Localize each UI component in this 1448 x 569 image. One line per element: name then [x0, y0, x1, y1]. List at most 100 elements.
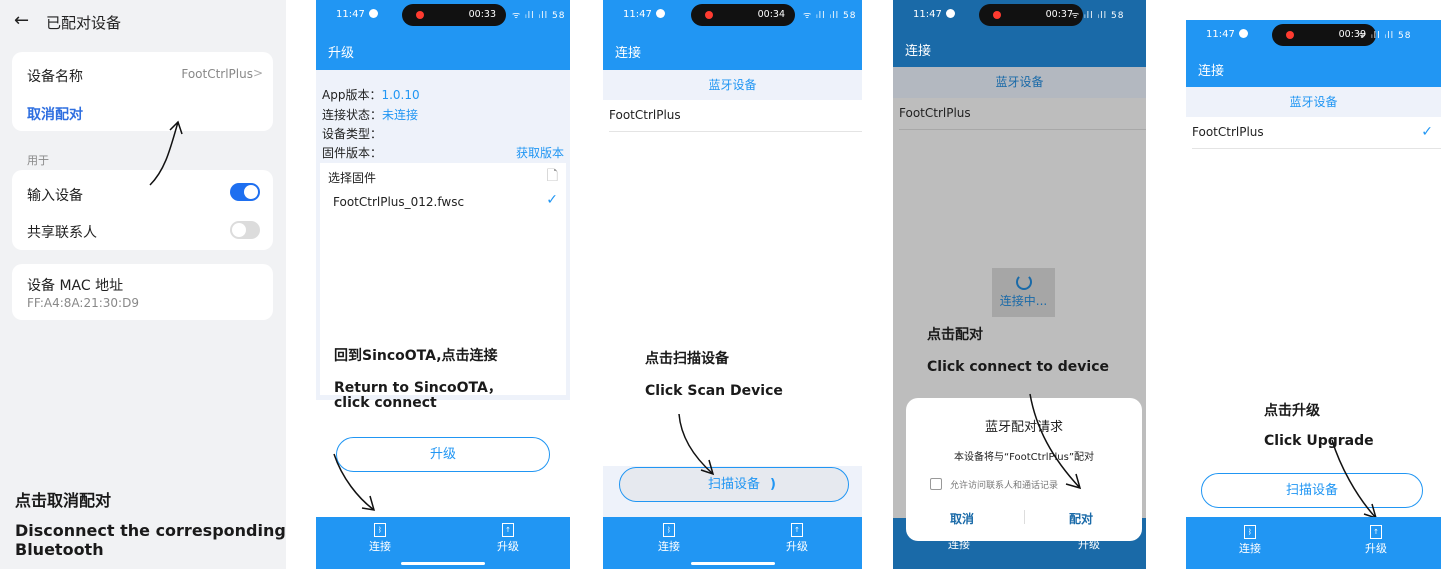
status-time: 11:47: [913, 9, 955, 20]
status-time: 11:47: [1206, 29, 1248, 40]
tab-upgrade[interactable]: ↑ 升级: [1356, 525, 1396, 556]
home-indicator: [401, 562, 485, 565]
status-bar: 11:47 00:34 ᯤ ᵢll ᵢll 58: [603, 0, 862, 30]
app-bar-title: 连接: [905, 44, 932, 59]
home-indicator: [691, 562, 775, 565]
caption-en: Click Scan Device: [645, 383, 783, 399]
status-bar: 11:47 00:33 ᯤ ᵢll ᵢll 58: [316, 0, 570, 30]
input-device-label: 输入设备: [27, 188, 83, 204]
input-device-toggle[interactable]: [230, 183, 260, 201]
tab-upgrade[interactable]: ↑ 升级: [488, 523, 528, 554]
device-name: FootCtrlPlus: [1192, 125, 1264, 139]
app-bar-title: 连接: [1198, 64, 1225, 79]
info-row-firmware-version: 固件版本：: [322, 146, 383, 160]
panel-pairing: 11:47 00:37 ᯤ ᵢll ᵢll 58 连接 蓝牙设备 FootCtr…: [893, 0, 1146, 569]
info-row-device-type: 设备类型：: [322, 127, 383, 141]
panel-connected: 11:47 00:39 ᯤ ᵢll ᵢll 58 连接 蓝牙设备 FootCtr…: [1186, 0, 1441, 569]
upgrade-icon: ↑: [1370, 525, 1382, 539]
arrow-annotation: [333, 453, 376, 511]
unpair-button[interactable]: 取消配对: [27, 104, 83, 124]
caption-cn: 回到SincoOTA,点击连接: [334, 348, 498, 364]
section-header: 蓝牙设备: [603, 70, 862, 100]
arrow-annotation: [149, 120, 183, 186]
bluetooth-icon: ᛒ: [374, 523, 386, 537]
signal-icons: ᯤ ᵢll ᵢll 58: [803, 11, 857, 21]
bottom-tab-bar: ᛒ 连接 ↑ 升级: [603, 517, 862, 569]
caption-en-line2: Bluetooth: [15, 540, 104, 559]
panel-scan: 11:47 00:34 ᯤ ᵢll ᵢll 58 连接 蓝牙设备 FootCtr…: [603, 0, 862, 569]
status-bar: 11:47 00:39 ᯤ ᵢll ᵢll 58: [1186, 20, 1441, 50]
device-name-value[interactable]: FootCtrlPlus: [181, 67, 253, 81]
share-contacts-toggle[interactable]: [230, 221, 260, 239]
chevron-right-icon: >: [252, 66, 263, 80]
share-contacts-label: 共享联系人: [27, 225, 97, 241]
screen-record-pill: 00:33: [402, 4, 506, 26]
device-name-label: 设备名称: [27, 69, 83, 85]
caption-en-line2: click connect: [334, 395, 437, 411]
mac-card: 设备 MAC 地址 FF:A4:8A:21:30:D9: [12, 264, 273, 320]
app-bar-title: 连接: [615, 46, 642, 61]
screen-record-pill: 00:37: [979, 4, 1083, 26]
status-time: 11:47: [623, 9, 665, 20]
tab-connect[interactable]: ᛒ 连接: [1230, 525, 1270, 556]
screen-record-pill: 00:34: [691, 4, 795, 26]
caption-cn: 点击配对: [927, 327, 983, 343]
status-time: 11:47: [336, 9, 378, 20]
mac-label: 设备 MAC 地址: [27, 278, 124, 294]
upgrade-icon: ↑: [791, 523, 803, 537]
dialog-pair-button[interactable]: 配对: [1069, 510, 1093, 527]
bluetooth-icon: ᛒ: [663, 523, 675, 537]
select-firmware-label[interactable]: 选择固件: [328, 169, 376, 186]
signal-icons: ᯤ ᵢll ᵢll 58: [512, 11, 566, 21]
panel-upgrade: 11:47 00:33 ᯤ ᵢll ᵢll 58 升级 App版本：1.0.10…: [316, 0, 570, 569]
panel-settings: ← 已配对设备 设备名称 FootCtrlPlus > 取消配对 用于 输入设备…: [0, 0, 286, 569]
bottom-tab-bar: ᛒ 连接 ↑ 升级: [1186, 517, 1441, 569]
section-header: 蓝牙设备: [893, 67, 1146, 98]
get-version-link[interactable]: 获取版本: [516, 144, 564, 161]
page-title: 已配对设备: [46, 14, 122, 32]
dialog-cancel-button[interactable]: 取消: [950, 510, 974, 527]
info-row-conn-status: 连接状态：未连接: [322, 108, 419, 122]
conn-status-value: 未连接: [382, 108, 419, 122]
used-for-label: 用于: [27, 154, 49, 167]
arrow-annotation: [1331, 439, 1378, 520]
arrow-annotation: [678, 413, 715, 476]
mac-value: FF:A4:8A:21:30:D9: [27, 296, 139, 310]
tab-upgrade[interactable]: ↑ 升级: [777, 523, 817, 554]
bottom-tab-bar: ᛒ 连接 ↑ 升级: [316, 517, 570, 569]
section-header: 蓝牙设备: [1186, 87, 1441, 117]
app-bar: 连接: [893, 30, 1146, 67]
firmware-file-item[interactable]: FootCtrlPlus_012.fwsc: [333, 195, 464, 209]
signal-icons: ᯤ ᵢll ᵢll 58: [1071, 11, 1125, 21]
app-bar: 升级: [316, 30, 570, 70]
check-icon: ✓: [546, 192, 558, 208]
tab-connect[interactable]: ᛒ 连接: [360, 523, 400, 554]
signal-icons: ᯤ ᵢll ᵢll 58: [1358, 31, 1412, 41]
caption-en: Click connect to device: [927, 359, 1109, 375]
bluetooth-icon: ᛒ: [1244, 525, 1256, 539]
contacts-checkbox[interactable]: [930, 478, 942, 490]
app-version-value: 1.0.10: [381, 88, 420, 102]
loading-spinner-icon: [1015, 274, 1032, 290]
app-bar: 连接: [1186, 50, 1441, 87]
back-arrow-icon[interactable]: ←: [14, 10, 29, 31]
loading-spinner-icon: ): [770, 477, 776, 492]
tab-connect[interactable]: ᛒ 连接: [649, 523, 689, 554]
app-bar-title: 升级: [328, 46, 355, 61]
scan-button[interactable]: 扫描设备 ): [619, 467, 849, 502]
caption-cn: 点击取消配对: [15, 491, 112, 510]
arrow-annotation: [1029, 393, 1082, 490]
info-row-app-version: App版本：1.0.10: [322, 88, 420, 102]
device-list-item[interactable]: FootCtrlPlus ✓: [1192, 117, 1441, 149]
connecting-label: 连接中...: [999, 294, 1048, 308]
device-list-item[interactable]: FootCtrlPlus: [899, 98, 1146, 130]
dialog-divider: [1024, 510, 1025, 524]
caption-cn: 点击扫描设备: [645, 351, 729, 367]
caption-cn: 点击升级: [1264, 403, 1320, 419]
caption-en-line1: Return to SincoOTA，: [334, 380, 502, 396]
upgrade-icon: ↑: [502, 523, 514, 537]
file-icon[interactable]: 🗋: [547, 165, 558, 189]
check-icon: ✓: [1421, 124, 1433, 140]
device-list-item[interactable]: FootCtrlPlus: [609, 100, 862, 132]
connecting-toast: 连接中...: [992, 268, 1055, 317]
